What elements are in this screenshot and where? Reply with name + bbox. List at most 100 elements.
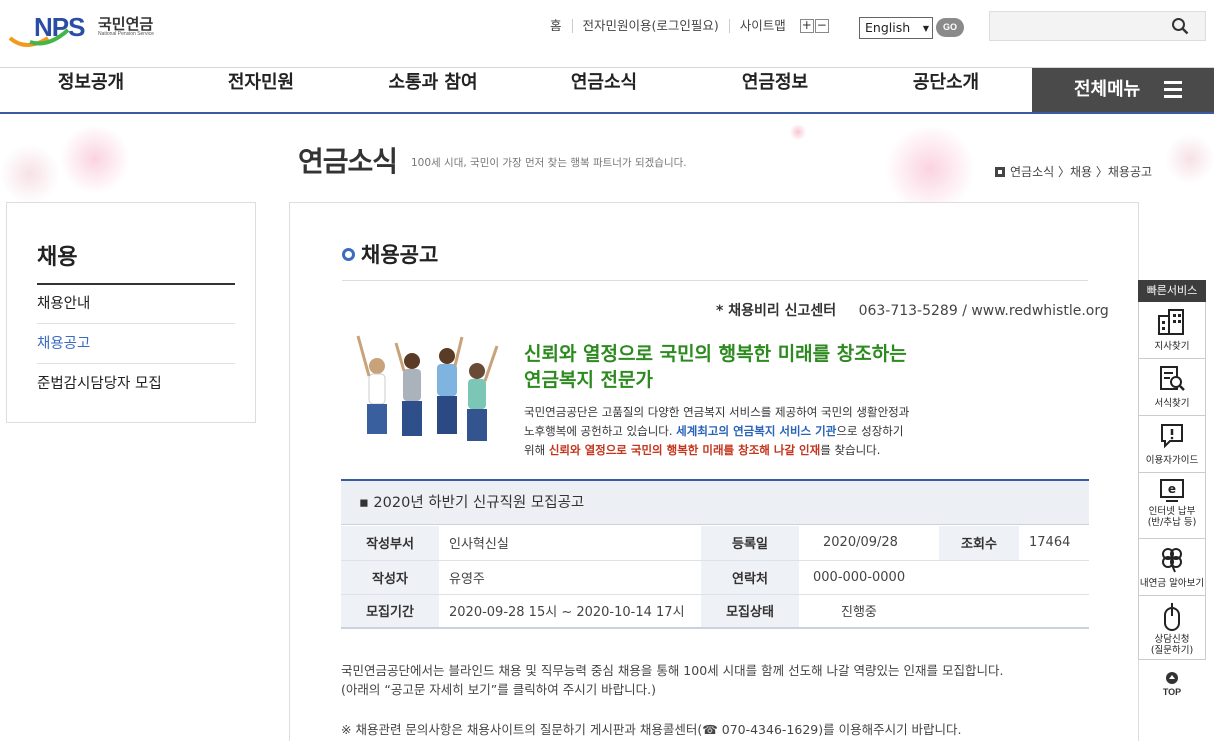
sidebar-item-recruit-notice[interactable]: 채용공고 (37, 324, 235, 364)
desc-text: 노후행복에 공헌하고 있습니다. (524, 424, 677, 438)
desc-highlight-red: 신뢰와 열정으로 국민의 행복한 미래를 창조해 나갈 인재 (548, 443, 821, 457)
views-value: 17464 (1019, 526, 1089, 561)
dept-label: 작성부서 (341, 526, 439, 561)
sidebar: 채용 채용안내 채용공고 준법감시담당자 모집 (6, 202, 256, 423)
sitemap-link[interactable]: 사이트맵 (730, 19, 796, 33)
zoom-in-button[interactable]: + (799, 19, 814, 33)
nav-item-info[interactable]: 정보공개 (0, 68, 182, 112)
content-title-text: 채용공고 (361, 243, 439, 267)
slogan-line-1: 신뢰와 열정으로 국민의 행복한 미래를 창조하는 (524, 343, 907, 365)
body-text: 국민연금공단에서는 블라인드 채용 및 직무능력 중심 채용을 통해 100세 … (341, 661, 1003, 699)
nav-item-communication[interactable]: 소통과 참여 (342, 68, 524, 112)
logo-text: NPS (34, 12, 85, 42)
language-value: English (865, 20, 911, 35)
quick-label-consult: 상담신청 (1154, 634, 1190, 645)
table-row: 작성부서 인사혁신실 등록일 2020/09/28 조회수 17464 (341, 526, 1089, 561)
svg-text:e: e (1168, 482, 1176, 496)
body-note: ※ 채용관련 문의사항은 채용사이트의 질문하기 게시판과 채용콜센터(☎ 07… (341, 722, 962, 737)
table-row: 모집기간 2020-09-28 15시 ~ 2020-10-14 17시 모집상… (341, 594, 1089, 629)
quick-header: 빠른서비스 (1138, 280, 1206, 302)
all-menu-button[interactable]: 전체메뉴 (1032, 68, 1214, 112)
desc-text: 으로 성장하기 (836, 424, 904, 438)
heart-decoration-icon (60, 124, 130, 194)
search-input[interactable] (989, 11, 1206, 41)
e-civil-link[interactable]: 전자민원이용(로그인필요) (573, 19, 730, 33)
reg-value: 2020/09/28 (799, 526, 939, 561)
desc-line-3: 위해 신뢰와 열정으로 국민의 행복한 미래를 창조해 나갈 인재를 찾습니다. (524, 441, 909, 460)
all-menu-label: 전체메뉴 (1074, 79, 1141, 100)
breadcrumb: 연금소식 〉채용 〉채용공고 (995, 163, 1152, 180)
status-label: 모집상태 (701, 594, 799, 629)
dropdown-arrow-icon: ▼ (922, 24, 929, 33)
heart-decoration-icon (790, 124, 806, 140)
content-title: 채용공고 (342, 239, 438, 269)
quick-item-consult[interactable]: 상담신청 (질문하기) (1138, 596, 1206, 660)
reg-label: 등록일 (701, 526, 799, 561)
desc-line-1: 국민연금공단은 고품질의 다양한 연금복지 서비스를 제공하여 국민의 생활안정… (524, 405, 910, 419)
body-line-2: (아래의 “공고문 자세히 보기”를 클릭하여 주시기 바랍니다.) (341, 682, 657, 697)
main-nav: 정보공개 전자민원 소통과 참여 연금소식 연금정보 공단소개 전체메뉴 (0, 68, 1214, 114)
desc-line-2: 노후행복에 공헌하고 있습니다. 세계최고의 연금복지 서비스 기관으로 성장하… (524, 422, 909, 441)
description: 국민연금공단은 고품질의 다양한 연금복지 서비스를 제공하여 국민의 생활안정… (524, 403, 909, 460)
exclamation-bubble-icon (1161, 424, 1183, 449)
nav-item-about[interactable]: 공단소개 (855, 68, 1037, 112)
contact-label: 연락처 (701, 560, 799, 595)
breadcrumb-text[interactable]: 연금소식 〉채용 〉채용공고 (1010, 163, 1152, 180)
home-link[interactable]: 홈 (540, 19, 573, 33)
logo-english: National Pension Service (98, 31, 154, 37)
author-label: 작성자 (341, 560, 439, 595)
document-search-icon (1160, 366, 1185, 391)
nav-item-e-civil[interactable]: 전자민원 (170, 68, 352, 112)
sidebar-item-compliance[interactable]: 준법감시담당자 모집 (37, 364, 235, 404)
hamburger-icon (1164, 81, 1182, 102)
heart-decoration-icon (1165, 134, 1214, 184)
author-value: 유영주 (439, 560, 701, 595)
clover-icon (1162, 548, 1182, 573)
quick-label-guide: 이용자가이드 (1145, 455, 1199, 466)
go-button[interactable]: GO (936, 18, 964, 37)
quick-label-consult-sub: (질문하기) (1150, 645, 1194, 656)
quick-item-my-pension[interactable]: 내연금 알아보기 (1138, 539, 1206, 596)
jumping-people-image (356, 335, 499, 441)
heart-decoration-icon (885, 124, 975, 202)
quick-label-forms: 서식찾기 (1154, 398, 1190, 409)
quick-service: 빠른서비스 지사찾기 서식찾기 이용자가이드 e 인터넷 납부 (반/추납 등)… (1138, 280, 1206, 697)
slogan-line-2: 연금복지 전문가 (524, 369, 653, 391)
zoom-out-button[interactable]: − (814, 19, 829, 33)
header: NPS 국민연금 National Pension Service 홈 전자민원… (0, 0, 1214, 68)
quick-label-branch: 지사찾기 (1154, 341, 1190, 352)
quick-item-forms[interactable]: 서식찾기 (1138, 359, 1206, 416)
table-row: 작성자 유영주 연락처 000-000-0000 (341, 560, 1089, 595)
sidebar-title: 채용 (37, 245, 78, 270)
mouse-icon (1164, 603, 1180, 631)
views-label: 조회수 (939, 526, 1019, 561)
nav-item-pension-news[interactable]: 연금소식 (513, 68, 695, 112)
desc-text: 위해 (524, 443, 549, 457)
language-select[interactable]: English ▼ (859, 17, 933, 39)
contact-value: 000-000-0000 (799, 560, 1089, 595)
quick-item-payment[interactable]: e 인터넷 납부 (반/추납 등) (1138, 473, 1206, 539)
home-icon[interactable] (995, 166, 1005, 177)
body-line-1: 국민연금공단에서는 블라인드 채용 및 직무능력 중심 채용을 통해 100세 … (341, 663, 1004, 678)
report-value: 063-713-5289 / www.redwhistle.org (858, 303, 1109, 319)
top-button[interactable]: TOP (1138, 672, 1206, 697)
quick-item-guide[interactable]: 이용자가이드 (1138, 416, 1206, 473)
search-icon[interactable] (1171, 17, 1189, 35)
page-subtitle: 100세 시대, 국민이 가장 먼저 찾는 행복 파트너가 되겠습니다. (411, 157, 687, 169)
slogan: 신뢰와 열정으로 국민의 행복한 미래를 창조하는 연금복지 전문가 (524, 341, 907, 393)
quick-label-payment-sub: (반/추납 등) (1147, 517, 1197, 528)
nav-item-pension-info[interactable]: 연금정보 (684, 68, 866, 112)
notice-info-table: 작성부서 인사혁신실 등록일 2020/09/28 조회수 17464 작성자 … (341, 526, 1089, 629)
zoom-controls: + − (799, 19, 830, 33)
period-value: 2020-09-28 15시 ~ 2020-10-14 17시 (439, 594, 701, 629)
sidebar-item-recruit-guide[interactable]: 채용안내 (37, 284, 235, 324)
dept-value: 인사혁신실 (439, 526, 701, 561)
quick-label-payment: 인터넷 납부 (1148, 506, 1196, 517)
nps-logo[interactable]: NPS 국민연금 National Pension Service (8, 8, 168, 52)
quick-item-branch[interactable]: 지사찾기 (1138, 302, 1206, 359)
period-label: 모집기간 (341, 594, 439, 629)
quick-label-my-pension: 내연금 알아보기 (1139, 578, 1205, 589)
desc-text: 를 찾습니다. (820, 443, 881, 457)
title-bullet-icon (342, 247, 355, 261)
main-content: 채용공고 * 채용비리 신고센터 063-713-5289 / www.redw… (289, 202, 1139, 741)
